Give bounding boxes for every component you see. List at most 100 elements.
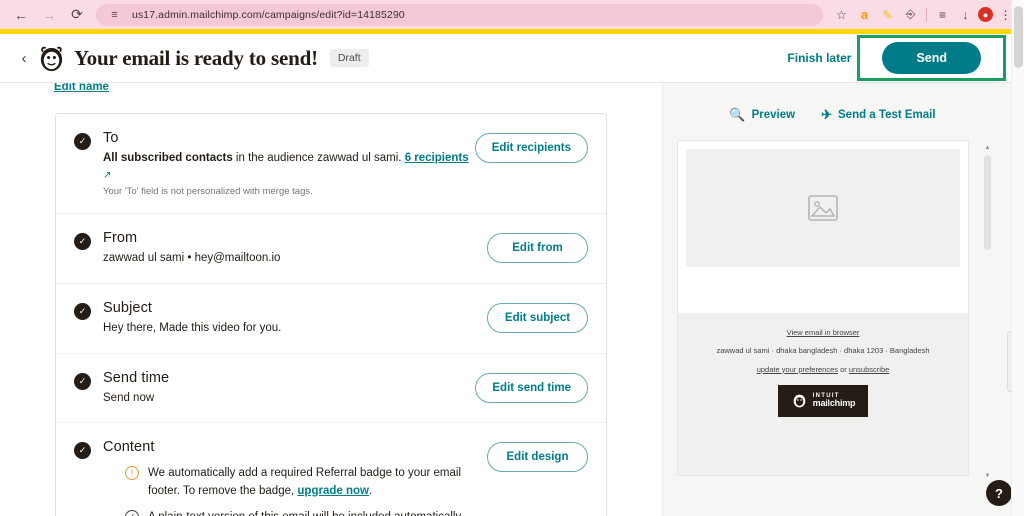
send-test-email-button[interactable]: ✈ Send a Test Email bbox=[821, 107, 935, 123]
edit-design-button[interactable]: Edit design bbox=[487, 442, 588, 473]
note-referral-badge: ! We automatically add a required Referr… bbox=[103, 465, 487, 500]
row-subtitle: All subscribed contacts in the audience … bbox=[103, 150, 475, 183]
page-title: Your email is ready to send! bbox=[74, 45, 318, 70]
unsubscribe-link[interactable]: unsubscribe bbox=[849, 365, 889, 374]
row-content: Content ! We automatically add a require… bbox=[103, 439, 487, 516]
checklist-row-to: ✓ To All subscribed contacts in the audi… bbox=[56, 114, 606, 215]
page-scroll-thumb[interactable] bbox=[1014, 6, 1023, 68]
check-icon: ✓ bbox=[74, 372, 91, 390]
preview-scroll-thumb[interactable] bbox=[984, 155, 991, 250]
row-title: Subject bbox=[103, 300, 153, 317]
preview-button[interactable]: 🔍 Preview bbox=[729, 107, 795, 123]
checklist-card: ✓ To All subscribed contacts in the audi… bbox=[55, 113, 607, 516]
address-bar[interactable]: ≡ us17.admin.mailchimp.com/campaigns/edi… bbox=[96, 3, 823, 26]
recipients-rest: in the audience zawwad ul sami. bbox=[232, 152, 405, 164]
scroll-down-arrow-icon[interactable]: ▼ bbox=[983, 473, 992, 479]
note-icon[interactable]: ✎ bbox=[877, 4, 898, 25]
preview-label: Preview bbox=[751, 109, 796, 121]
update-preferences-link[interactable]: update your preferences bbox=[757, 365, 838, 374]
preview-white-band bbox=[678, 275, 968, 313]
view-in-browser-text: View email in browser bbox=[786, 328, 860, 337]
row-content: To All subscribed contacts in the audien… bbox=[103, 130, 475, 197]
mailchimp-monkey-icon bbox=[793, 394, 805, 408]
row-subtitle: Send now bbox=[103, 391, 155, 404]
edit-from-button[interactable]: Edit from bbox=[487, 233, 588, 264]
back-chevron-icon[interactable]: ‹ bbox=[14, 50, 34, 67]
note-text-before: A plain-text version of this email will … bbox=[148, 511, 464, 516]
row-content: Subject Hey there, Made this video for y… bbox=[103, 300, 487, 337]
intuit-mailchimp-badge: INTUIT mailchimp bbox=[778, 384, 868, 417]
search-icon: 🔍 bbox=[729, 107, 746, 122]
badge-text: INTUIT mailchimp bbox=[813, 393, 856, 409]
warning-icon: ! bbox=[125, 466, 139, 481]
edit-name-link[interactable]: Edit name bbox=[18, 83, 644, 97]
external-link-icon[interactable]: ↗ bbox=[103, 170, 111, 181]
main-content: Edit name ✓ To All subscribed contacts i… bbox=[0, 0, 1024, 516]
preview-scrollbar[interactable]: ▲ ▼ bbox=[983, 145, 992, 479]
star-icon[interactable]: ☆ bbox=[831, 4, 852, 25]
profile-avatar-icon[interactable]: ● bbox=[978, 7, 993, 22]
paper-plane-icon: ✈ bbox=[821, 107, 832, 122]
send-button-highlight: Send bbox=[857, 35, 1006, 81]
page-scrollbar[interactable] bbox=[1011, 0, 1024, 516]
send-button[interactable]: Send bbox=[882, 42, 981, 74]
view-in-browser-link[interactable]: View email in browser bbox=[678, 327, 968, 338]
send-test-email-label: Send a Test Email bbox=[838, 109, 936, 121]
extensions-icon[interactable]: ⎆ bbox=[900, 4, 921, 25]
note-text: A plain-text version of this email will … bbox=[148, 509, 487, 516]
tune-icon[interactable]: ≡ bbox=[104, 4, 125, 25]
email-preview-frame: View email in browser zawwad ul sami · d… bbox=[678, 141, 968, 475]
row-title: From bbox=[103, 230, 138, 247]
checklist-row-send-time: ✓ Send time Send now Edit send time bbox=[56, 354, 606, 424]
row-content: Send time Send now bbox=[103, 370, 475, 407]
reading-list-icon[interactable]: ≡ bbox=[932, 4, 953, 25]
check-icon: ✓ bbox=[74, 303, 91, 321]
edit-subject-button[interactable]: Edit subject bbox=[487, 303, 588, 334]
checklist-row-subject: ✓ Subject Hey there, Made this video for… bbox=[56, 284, 606, 354]
forward-arrow-icon[interactable]: → bbox=[36, 3, 62, 27]
reload-icon[interactable]: ⟳ bbox=[64, 3, 90, 27]
check-circle-icon: ✓ bbox=[125, 509, 139, 516]
row-hint: Your 'To' field is not personalized with… bbox=[103, 186, 313, 198]
status-badge: Draft bbox=[329, 49, 369, 67]
recipients-strong: All subscribed contacts bbox=[103, 152, 233, 164]
footer-address: zawwad ul sami · dhaka bangladesh · dhak… bbox=[716, 346, 930, 356]
header-actions: Finish later Send bbox=[787, 35, 1010, 81]
check-icon: ✓ bbox=[74, 233, 91, 251]
campaign-checklist-panel: Edit name ✓ To All subscribed contacts i… bbox=[0, 83, 662, 516]
edit-send-time-button[interactable]: Edit send time bbox=[475, 372, 588, 403]
footer-links: update your preferences or unsubscribe bbox=[678, 364, 968, 375]
url-text: us17.admin.mailchimp.com/campaigns/edit?… bbox=[132, 8, 405, 21]
recipients-link[interactable]: 6 recipients bbox=[405, 152, 469, 164]
row-content: From zawwad ul sami • hey@mailtoon.io bbox=[103, 230, 487, 267]
preview-actions: 🔍 Preview ✈ Send a Test Email bbox=[663, 107, 1024, 123]
image-placeholder-icon bbox=[808, 195, 838, 221]
help-button[interactable]: ? bbox=[986, 480, 1012, 506]
toolbar-divider bbox=[926, 7, 927, 22]
app-header: ‹ Your email is ready to send! Draft Fin… bbox=[0, 34, 1024, 83]
mailchimp-monkey-logo bbox=[40, 46, 63, 71]
scroll-up-arrow-icon[interactable]: ▲ bbox=[983, 145, 992, 151]
row-title: Send time bbox=[103, 369, 170, 386]
check-icon: ✓ bbox=[74, 442, 91, 460]
finish-later-link[interactable]: Finish later bbox=[787, 51, 851, 65]
edit-recipients-button[interactable]: Edit recipients bbox=[474, 133, 588, 163]
note-plain-text: ✓ A plain-text version of this email wil… bbox=[103, 509, 487, 516]
row-title: Content bbox=[103, 439, 155, 456]
upgrade-now-link[interactable]: upgrade now bbox=[297, 485, 369, 497]
footer-or: or bbox=[838, 364, 849, 374]
preview-image-area bbox=[686, 149, 960, 267]
note-text: We automatically add a required Referral… bbox=[148, 465, 487, 500]
back-arrow-icon[interactable]: ← bbox=[8, 3, 34, 27]
content-notes: ! We automatically add a required Referr… bbox=[103, 465, 487, 516]
email-preview-panel: 🔍 Preview ✈ Send a Test Email View email… bbox=[662, 83, 1024, 516]
amazon-icon[interactable]: a bbox=[854, 4, 875, 25]
row-title: To bbox=[103, 130, 119, 146]
row-subtitle: Hey there, Made this video for you. bbox=[103, 322, 282, 335]
check-icon: ✓ bbox=[74, 133, 91, 150]
browser-toolbar: ← → ⟳ ≡ us17.admin.mailchimp.com/campaig… bbox=[0, 0, 1024, 29]
preview-footer: View email in browser zawwad ul sami · d… bbox=[678, 313, 968, 475]
checklist-row-content: ✓ Content ! We automatically add a requi… bbox=[56, 423, 606, 516]
checklist-row-from: ✓ From zawwad ul sami • hey@mailtoon.io … bbox=[56, 214, 606, 285]
downloads-icon[interactable]: ↓ bbox=[955, 4, 976, 25]
